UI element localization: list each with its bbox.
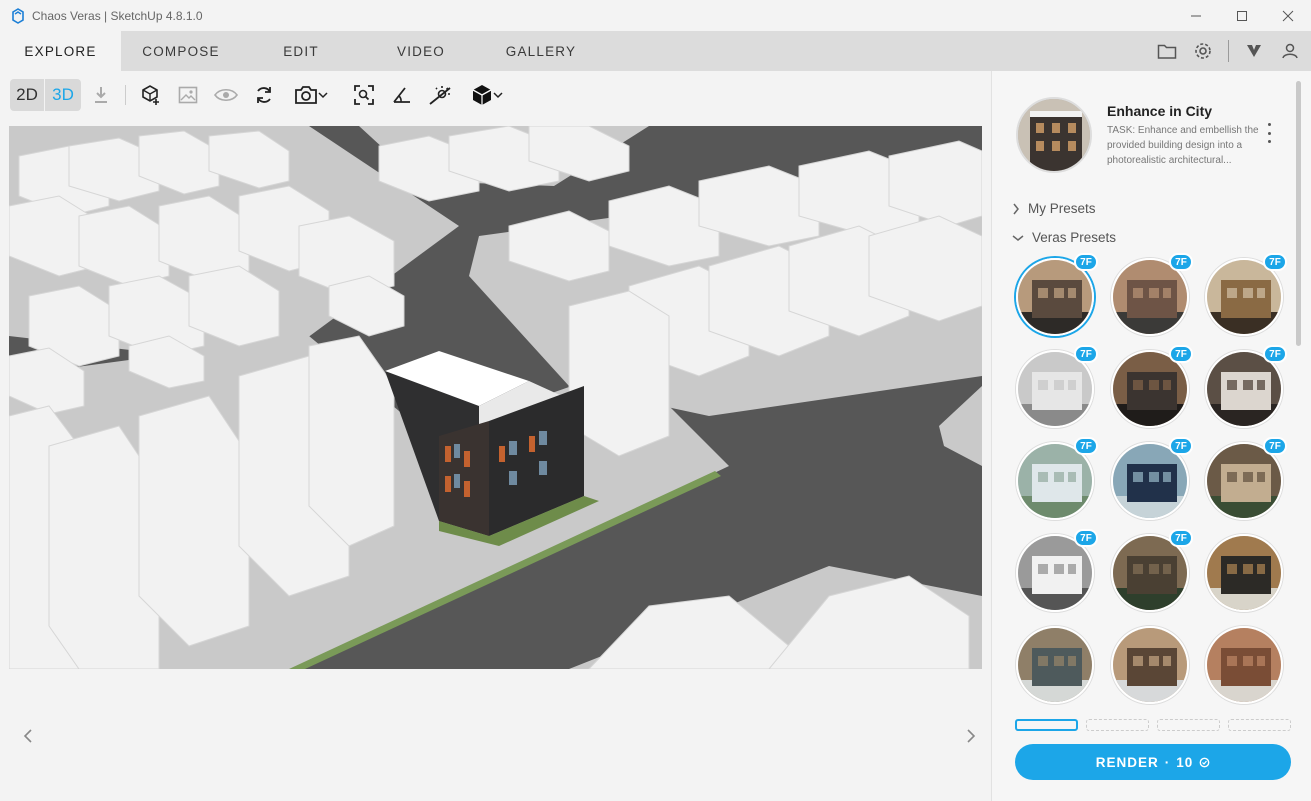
preset-badge: 7F bbox=[1263, 437, 1287, 455]
tab-edit[interactable]: EDIT bbox=[241, 31, 361, 71]
camera-dropdown[interactable] bbox=[288, 79, 334, 111]
selected-preset-thumbnail bbox=[1016, 97, 1092, 173]
render-label: RENDER bbox=[1095, 754, 1159, 770]
gear-icon[interactable] bbox=[1192, 40, 1214, 62]
mode-2d-button[interactable]: 2D bbox=[10, 79, 44, 111]
my-presets-toggle[interactable]: My Presets bbox=[1012, 201, 1096, 216]
preset-thumbnail[interactable] bbox=[1016, 626, 1094, 704]
render-separator: · bbox=[1164, 754, 1171, 770]
page-indicator-4[interactable] bbox=[1228, 719, 1291, 731]
close-icon bbox=[1282, 10, 1294, 21]
my-presets-label: My Presets bbox=[1028, 201, 1096, 216]
tab-bar: EXPLORE COMPOSE EDIT VIDEO GALLERY bbox=[0, 31, 1311, 71]
preset-badge: 7F bbox=[1074, 529, 1098, 547]
veras-presets-toggle[interactable]: Veras Presets bbox=[1012, 230, 1116, 245]
viewport-3d[interactable] bbox=[9, 126, 982, 669]
header-divider bbox=[1228, 40, 1229, 62]
window-controls bbox=[1173, 0, 1311, 31]
preset-thumbnail[interactable] bbox=[1205, 626, 1283, 704]
folder-icon[interactable] bbox=[1156, 40, 1178, 62]
toolbar-divider bbox=[125, 85, 126, 105]
page-indicator-2[interactable] bbox=[1086, 719, 1149, 731]
maximize-icon bbox=[1237, 10, 1247, 21]
render-button[interactable]: RENDER · 10 bbox=[1015, 744, 1291, 780]
preset-badge: 7F bbox=[1263, 345, 1287, 363]
preset-thumbnail[interactable] bbox=[1111, 626, 1189, 704]
maximize-button[interactable] bbox=[1219, 0, 1265, 31]
preset-badge: 7F bbox=[1169, 345, 1193, 363]
app-logo-icon bbox=[12, 7, 24, 24]
preset-badge: 7F bbox=[1074, 437, 1098, 455]
page-indicator-1[interactable] bbox=[1015, 719, 1078, 731]
preset-badge: 7F bbox=[1169, 437, 1193, 455]
camera-icon bbox=[295, 86, 317, 104]
angle-icon[interactable] bbox=[388, 79, 416, 111]
city-model-scene bbox=[9, 126, 982, 669]
chevron-down-icon bbox=[1012, 234, 1024, 241]
minimize-icon bbox=[1191, 15, 1201, 16]
preset-badge: 7F bbox=[1074, 253, 1098, 271]
sun-icon[interactable] bbox=[426, 79, 454, 111]
next-arrow[interactable] bbox=[959, 724, 983, 748]
chevron-right-icon bbox=[1013, 203, 1019, 214]
close-button[interactable] bbox=[1265, 0, 1311, 31]
page-indicator-3[interactable] bbox=[1157, 719, 1220, 731]
tab-gallery[interactable]: GALLERY bbox=[481, 31, 601, 71]
panel-scrollbar-thumb[interactable] bbox=[1296, 81, 1301, 346]
credit-icon bbox=[1199, 757, 1210, 767]
zoom-extents-icon[interactable] bbox=[350, 79, 378, 111]
chevron-down-icon bbox=[318, 92, 328, 99]
download-icon[interactable] bbox=[88, 79, 114, 111]
title-bar: Chaos Veras | SketchUp 4.8.1.0 bbox=[0, 0, 1311, 31]
chevron-right-icon bbox=[967, 729, 976, 743]
tab-video[interactable]: VIDEO bbox=[361, 31, 481, 71]
material-dropdown[interactable] bbox=[464, 79, 510, 111]
chevron-down-icon bbox=[493, 92, 503, 99]
preset-badge: 7F bbox=[1263, 253, 1287, 271]
preset-badge: 7F bbox=[1169, 253, 1193, 271]
tab-compose[interactable]: COMPOSE bbox=[121, 31, 241, 71]
eye-icon[interactable] bbox=[211, 79, 241, 111]
veras-logo-icon[interactable] bbox=[1243, 40, 1265, 62]
more-options-icon[interactable] bbox=[1262, 123, 1276, 143]
previous-arrow[interactable] bbox=[16, 724, 40, 748]
sync-icon[interactable] bbox=[250, 79, 278, 111]
user-icon[interactable] bbox=[1279, 40, 1301, 62]
material-icon bbox=[472, 85, 492, 105]
preset-badge: 7F bbox=[1074, 345, 1098, 363]
image-icon[interactable] bbox=[174, 79, 202, 111]
window-title: Chaos Veras | SketchUp 4.8.1.0 bbox=[32, 8, 203, 23]
viewport-toolbar: 2D 3D bbox=[0, 71, 990, 121]
minimize-button[interactable] bbox=[1173, 0, 1219, 31]
preset-title: Enhance in City bbox=[1107, 103, 1213, 119]
preset-thumbnail[interactable] bbox=[1205, 534, 1283, 612]
header-actions bbox=[1156, 31, 1301, 71]
mode-3d-button[interactable]: 3D bbox=[45, 79, 81, 111]
chevron-left-icon bbox=[23, 729, 32, 743]
preset-panel: Enhance in City TASK: Enhance and embell… bbox=[991, 71, 1311, 801]
preset-badge: 7F bbox=[1169, 529, 1193, 547]
preset-description: TASK: Enhance and embellish the provided… bbox=[1107, 125, 1259, 166]
render-cost: 10 bbox=[1176, 754, 1194, 770]
tab-explore[interactable]: EXPLORE bbox=[0, 31, 121, 71]
veras-presets-label: Veras Presets bbox=[1032, 230, 1117, 245]
add-geometry-icon[interactable] bbox=[137, 79, 165, 111]
